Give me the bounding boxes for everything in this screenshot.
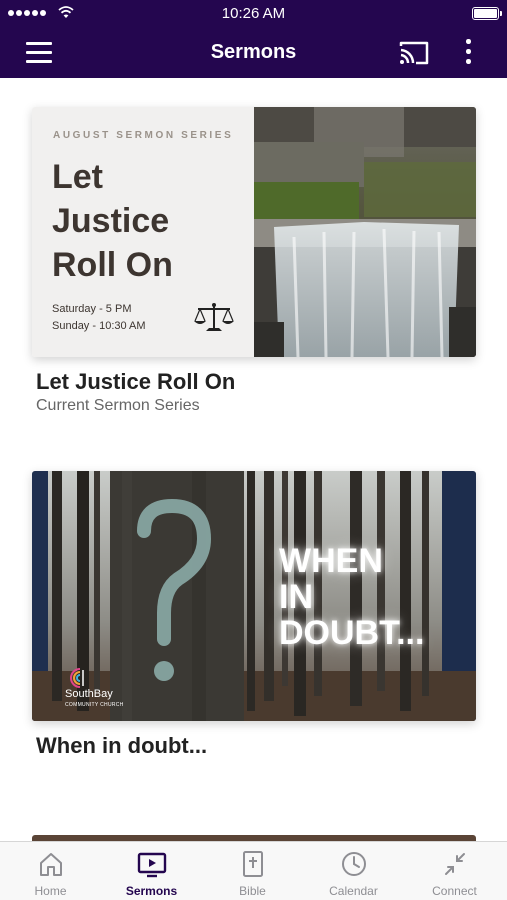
church-name: SouthBay COMMUNITY CHURCH — [65, 688, 124, 709]
tab-label: Calendar — [329, 884, 378, 898]
sermon-card[interactable]: AUGUST SERMON SERIES Let Justice Roll On… — [32, 107, 476, 427]
scales-of-justice-icon — [194, 303, 234, 331]
cast-icon[interactable] — [396, 38, 432, 68]
tab-home[interactable]: Home — [0, 842, 101, 900]
tab-bible[interactable]: Bible — [202, 842, 303, 900]
tab-label: Home — [34, 884, 67, 898]
sermon-artwork[interactable]: AUGUST SERMON SERIES Let Justice Roll On… — [32, 107, 476, 357]
status-bar: 10:26 AM — [0, 0, 507, 28]
service-times: Saturday - 5 PM Sunday - 10:30 AM — [52, 303, 146, 332]
status-time: 10:26 AM — [221, 5, 286, 22]
artwork-title: Let Justice Roll On — [52, 158, 173, 284]
sermon-title[interactable]: Let Justice Roll On — [36, 369, 235, 395]
tv-play-icon — [137, 852, 166, 878]
sermon-card[interactable]: WHEN IN DOUBT... SouthBay COMMUNITY CHUR… — [32, 471, 476, 771]
more-options-button[interactable] — [456, 38, 480, 68]
church-logo-icon — [70, 668, 84, 688]
tab-connect[interactable]: Connect — [404, 842, 505, 900]
tab-sermons[interactable]: Sermons — [101, 842, 202, 900]
tab-bar: Home Sermons Bible Calendar Connect — [0, 841, 507, 900]
battery-icon — [472, 7, 502, 20]
sermon-title[interactable]: When in doubt... — [36, 733, 207, 759]
tab-label: Sermons — [125, 884, 178, 898]
artwork-headline: WHEN IN DOUBT... — [279, 542, 425, 652]
home-icon — [39, 853, 62, 876]
waterfall-photo — [254, 107, 476, 357]
sermon-subtitle: Current Sermon Series — [36, 397, 200, 414]
nav-bar: Sermons — [0, 28, 507, 78]
artwork-text-panel: AUGUST SERMON SERIES Let Justice Roll On… — [32, 107, 254, 357]
connect-arrows-icon — [444, 853, 465, 875]
tab-label: Bible — [239, 884, 266, 898]
series-label: AUGUST SERMON SERIES — [53, 130, 234, 141]
tab-calendar[interactable]: Calendar — [303, 842, 404, 900]
clock-icon — [341, 852, 366, 876]
bible-icon — [242, 851, 263, 877]
sermon-artwork[interactable]: WHEN IN DOUBT... SouthBay COMMUNITY CHUR… — [32, 471, 476, 721]
tab-label: Connect — [432, 884, 477, 898]
